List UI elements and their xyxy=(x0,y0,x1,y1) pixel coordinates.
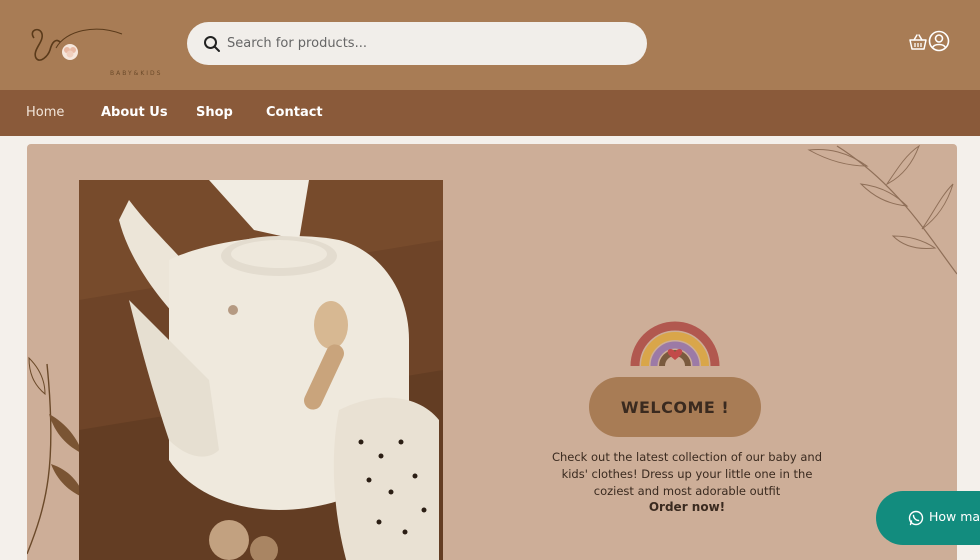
logo-text: BABY&KIDS xyxy=(110,70,163,77)
hero-product-photo xyxy=(79,180,443,560)
search-input[interactable] xyxy=(227,22,627,65)
nav-contact[interactable]: Contact xyxy=(266,90,323,136)
nav-about-us[interactable]: About Us xyxy=(101,90,168,136)
nav-shop[interactable]: Shop xyxy=(196,90,233,136)
cart-icon[interactable] xyxy=(908,33,928,51)
top-header: BABY&KIDS xyxy=(0,0,980,90)
welcome-button[interactable]: WELCOME ! xyxy=(589,377,761,437)
baby-clothes-image xyxy=(79,180,443,560)
nav-home[interactable]: Home xyxy=(26,90,64,136)
leaf-decoration-left-icon xyxy=(27,356,85,555)
whatsapp-chat-button[interactable]: How may xyxy=(876,491,980,545)
rainbow-icon xyxy=(630,321,720,367)
leaf-decoration-icon xyxy=(807,144,957,275)
search-bar[interactable] xyxy=(187,22,647,65)
search-icon[interactable] xyxy=(203,35,221,53)
hero-banner: WELCOME ! Check out the latest collectio… xyxy=(27,144,957,560)
site-logo[interactable]: BABY&KIDS xyxy=(26,20,166,77)
header-icons xyxy=(906,30,952,54)
main-nav: Home About Us Shop Contact xyxy=(0,90,980,136)
hero-description: Check out the latest collection of our b… xyxy=(551,450,823,498)
logo-graphic xyxy=(31,28,123,61)
order-now-link[interactable]: Order now! xyxy=(547,500,827,514)
user-icon[interactable] xyxy=(928,30,950,52)
whatsapp-icon xyxy=(908,510,924,526)
whatsapp-label: How may xyxy=(929,509,980,524)
